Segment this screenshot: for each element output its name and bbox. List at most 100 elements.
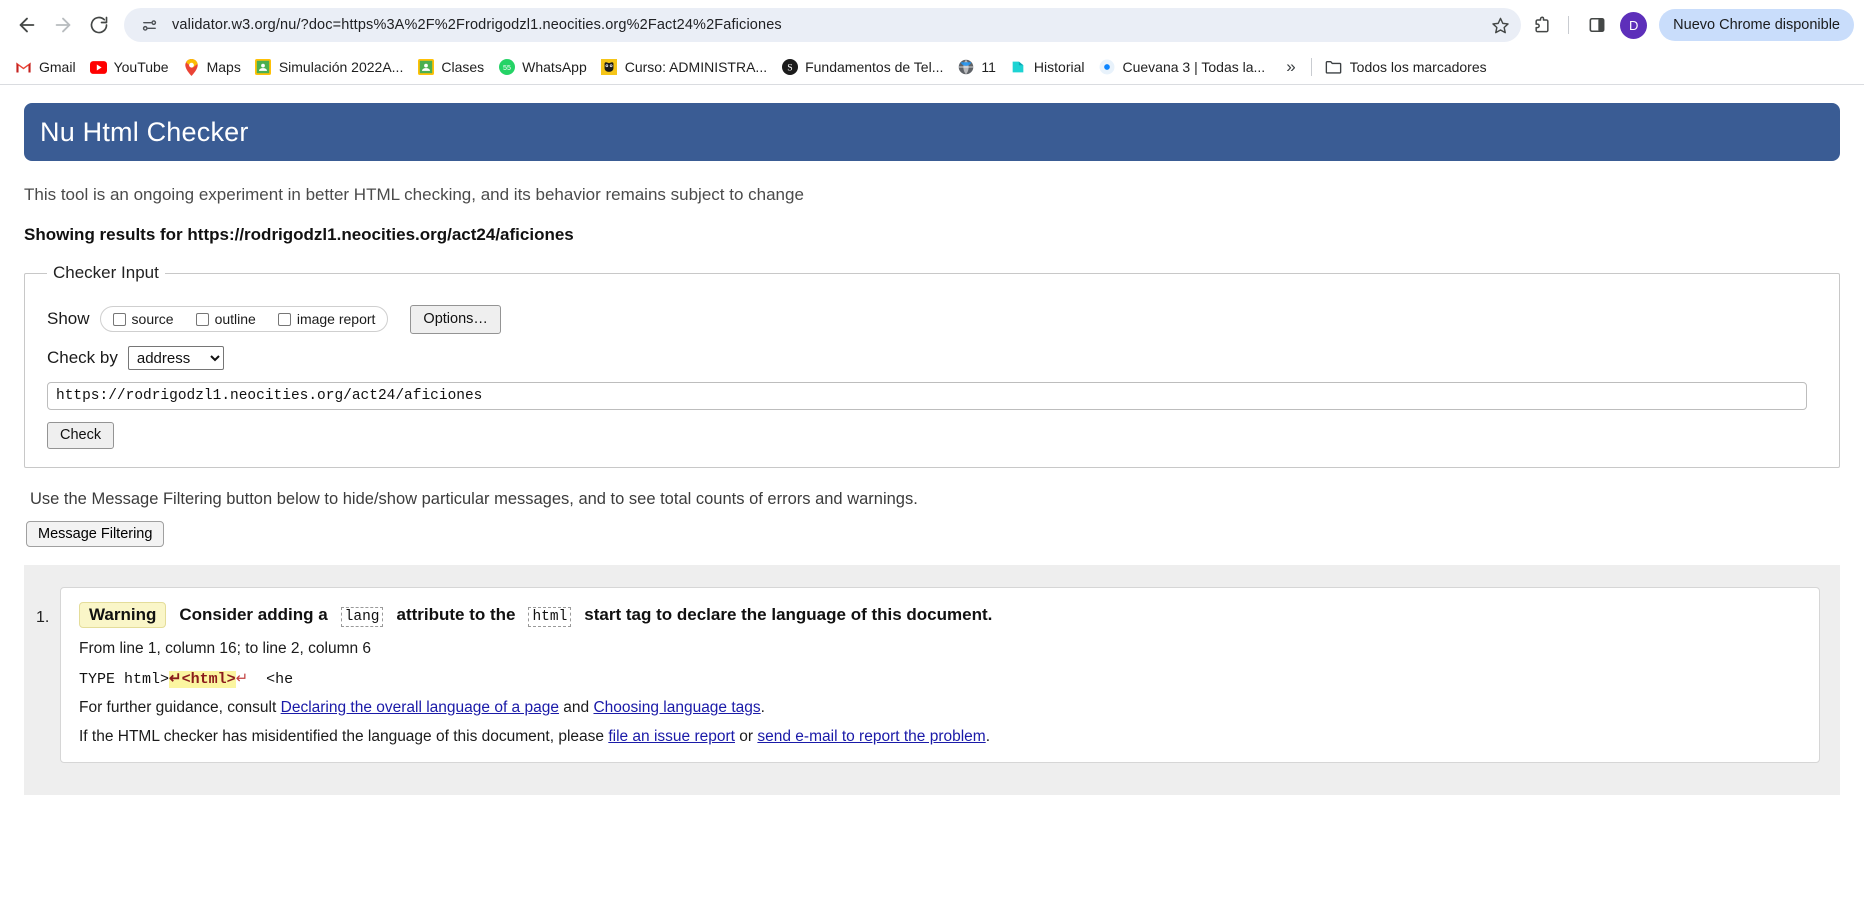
- whatsapp-icon: 55: [498, 59, 515, 76]
- extract-highlight: ↵<html>: [169, 670, 236, 688]
- bookmark-label: Clases: [441, 59, 485, 75]
- forward-button[interactable]: [46, 8, 80, 42]
- bookmark-youtube[interactable]: YouTube: [83, 54, 176, 80]
- results-heading: Showing results for https://rodrigodzl1.…: [24, 225, 574, 244]
- message-location: From line 1, column 16; to line 2, colum…: [79, 639, 372, 657]
- bookmark-cuevana[interactable]: Cuevana 3 | Todas la...: [1092, 54, 1273, 80]
- checkbox-box[interactable]: [195, 312, 209, 326]
- filtering-hint: Use the Message Filtering button below t…: [30, 489, 918, 508]
- checkbox-box[interactable]: [112, 312, 126, 326]
- checkbox-label: image report: [296, 311, 376, 328]
- svg-text:S: S: [787, 63, 792, 74]
- options-button[interactable]: Options…: [410, 305, 501, 334]
- misident-period: .: [985, 727, 991, 745]
- bookmark-fundamentos-tel[interactable]: S Fundamentos de Tel...: [774, 54, 950, 80]
- bookmark-11[interactable]: 11: [950, 54, 1003, 80]
- app-header: Nu Html Checker: [24, 103, 1840, 161]
- cuevana-icon: [1099, 59, 1116, 76]
- code-html: html: [528, 606, 572, 627]
- bookmark-label: Simulación 2022A...: [278, 59, 404, 75]
- bookmark-label: WhatsApp: [522, 59, 587, 75]
- classroom-icon: [417, 59, 434, 76]
- misident-or: or: [739, 727, 754, 745]
- show-row: Show source outline image report Options…: [47, 305, 1817, 334]
- checkbox-box[interactable]: [277, 312, 291, 326]
- back-button[interactable]: [10, 8, 44, 42]
- bookmark-label: Gmail: [39, 59, 76, 75]
- checker-input-legend: Checker Input: [53, 263, 159, 282]
- checkbox-image-report[interactable]: image report: [277, 311, 376, 328]
- code-lang: lang: [340, 606, 384, 627]
- checkbox-outline[interactable]: outline: [195, 311, 256, 328]
- message-filtering-button[interactable]: Message Filtering: [26, 520, 165, 547]
- browser-toolbar: validator.w3.org/nu/?doc=https%3A%2F%2Fr…: [0, 0, 1864, 50]
- checkby-label: Check by: [47, 347, 118, 367]
- skype-icon: S: [781, 59, 798, 76]
- extract-prefix: TYPE html>: [79, 670, 170, 688]
- maps-icon: [183, 58, 200, 76]
- gmail-icon: [15, 59, 32, 76]
- link-declaring-language[interactable]: Declaring the overall language of a page: [281, 699, 559, 716]
- bookmark-maps[interactable]: Maps: [176, 54, 248, 80]
- bookmark-curso-administra[interactable]: Curso: ADMINISTRA...: [594, 54, 774, 80]
- chrome-update-pill[interactable]: Nuevo Chrome disponible: [1659, 9, 1854, 41]
- link-choosing-language-tags[interactable]: Choosing language tags: [593, 699, 760, 716]
- extensions-icon[interactable]: [1525, 8, 1559, 42]
- bookmark-label: Cuevana 3 | Todas la...: [1122, 59, 1266, 75]
- page-content: Nu Html Checker This tool is an ongoing …: [0, 85, 1864, 920]
- bookmarks-divider: [1310, 58, 1312, 76]
- status-badge: Warning: [79, 601, 167, 628]
- all-bookmarks-label: Todos los marcadores: [1349, 59, 1487, 75]
- link-file-issue-report[interactable]: file an issue report: [608, 728, 735, 745]
- extract-suffix: <he: [248, 670, 294, 688]
- bookmark-historial[interactable]: Historial: [1003, 54, 1092, 80]
- checkbox-source[interactable]: source: [112, 311, 174, 328]
- headline-text-3: start tag to declare the language of thi…: [584, 604, 993, 624]
- misidentified-line: If the HTML checker has misidentified th…: [79, 728, 1801, 746]
- reload-button[interactable]: [82, 8, 116, 42]
- all-bookmarks-button[interactable]: Todos los marcadores: [1319, 59, 1493, 76]
- classroom-icon: [255, 59, 272, 76]
- misident-prefix: If the HTML checker has misidentified th…: [79, 727, 604, 745]
- message-headline: Warning Consider adding a lang attribute…: [79, 601, 1801, 628]
- profile-avatar[interactable]: D: [1620, 11, 1648, 39]
- site-info-icon[interactable]: [136, 12, 162, 38]
- link-send-email[interactable]: send e-mail to report the problem: [757, 728, 985, 745]
- checkby-select[interactable]: address: [127, 345, 224, 370]
- extract-carriage-return: ↵: [235, 670, 249, 688]
- svg-text:55: 55: [503, 64, 511, 72]
- bookmark-label: YouTube: [113, 59, 169, 75]
- history-icon: [1010, 59, 1027, 76]
- address-bar[interactable]: validator.w3.org/nu/?doc=https%3A%2F%2Fr…: [124, 8, 1522, 42]
- folder-icon: [1325, 59, 1342, 76]
- youtube-icon: [89, 59, 107, 76]
- checkbox-label: source: [131, 311, 174, 328]
- guidance-period: .: [760, 698, 765, 716]
- checkby-row: Check by address: [47, 345, 1817, 370]
- tagline: This tool is an ongoing experiment in be…: [24, 185, 804, 204]
- checkbox-label: outline: [214, 311, 256, 328]
- bookmark-simulacion[interactable]: Simulación 2022A...: [248, 54, 411, 80]
- bookmark-clases[interactable]: Clases: [410, 54, 491, 80]
- document-url-input[interactable]: [47, 381, 1807, 410]
- headline-text-1: Consider adding a: [179, 604, 328, 624]
- bookmark-gmail[interactable]: Gmail: [8, 54, 83, 80]
- bookmarks-overflow-button[interactable]: »: [1278, 57, 1303, 77]
- guidance-line: For further guidance, consult Declaring …: [79, 699, 1801, 717]
- browser-chrome: validator.w3.org/nu/?doc=https%3A%2F%2Fr…: [0, 0, 1864, 85]
- side-panel-icon[interactable]: [1580, 8, 1614, 42]
- globe-icon: [957, 59, 974, 76]
- check-button[interactable]: Check: [47, 421, 115, 449]
- checker-input-fieldset: Checker Input Show source outline image …: [24, 263, 1840, 468]
- toolbar-divider: [1568, 16, 1570, 34]
- bookmark-label: Fundamentos de Tel...: [805, 59, 944, 75]
- bookmark-label: Maps: [206, 59, 241, 75]
- results-panel: Warning Consider adding a lang attribute…: [24, 564, 1840, 795]
- message-item: Warning Consider adding a lang attribute…: [36, 586, 1820, 763]
- bookmark-whatsapp[interactable]: 55 WhatsApp: [491, 54, 594, 80]
- show-label: Show: [47, 309, 90, 329]
- message-list: Warning Consider adding a lang attribute…: [24, 586, 1840, 763]
- bookmark-star-icon[interactable]: [1485, 10, 1515, 40]
- moodle-owl-icon: [601, 59, 618, 76]
- bookmark-label: Curso: ADMINISTRA...: [624, 59, 768, 75]
